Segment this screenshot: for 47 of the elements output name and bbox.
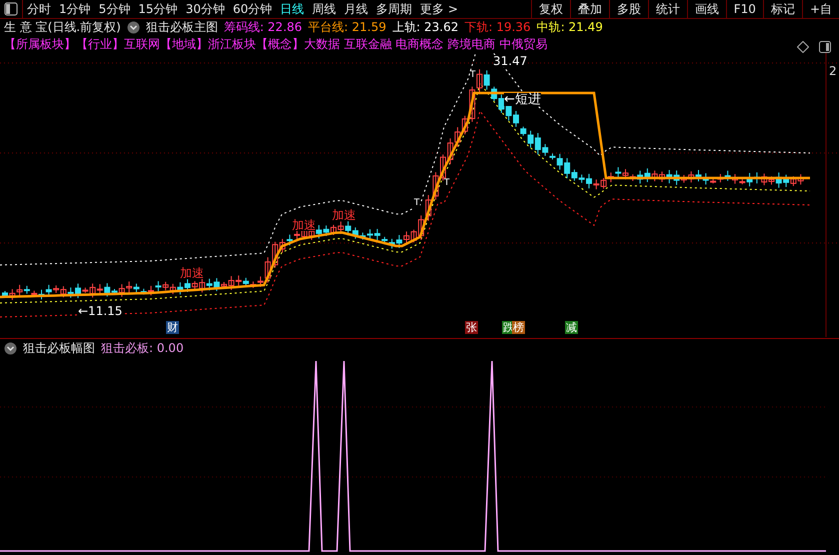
price-label: 31.47: [493, 55, 528, 67]
indicator-reading: 中轨: 21.49: [536, 19, 603, 36]
panel-toggle-icon[interactable]: [819, 41, 831, 53]
period-tab[interactable]: 分时: [23, 0, 55, 18]
alert-label: 加速: [180, 267, 204, 279]
indicator-name: 狙击必板幅图: [23, 340, 95, 356]
marker-label: T: [414, 199, 420, 208]
toolbar-button[interactable]: 复权: [530, 0, 570, 18]
alert-label: 加速: [332, 209, 356, 221]
toolbar-button[interactable]: F10: [726, 0, 763, 18]
toolbar-button[interactable]: +自: [802, 0, 839, 18]
event-marker[interactable]: 张: [465, 321, 478, 334]
indicator-reading: 上轨: 23.62: [392, 19, 458, 36]
concept-tags: 【所属板块】【行业】互联网【地域】浙江板块【概念】大数据 互联金融 电商概念 跨境电商 中俄贸易: [4, 36, 548, 53]
period-tab[interactable]: 周线: [308, 0, 340, 18]
indicator-name: 狙击必板主图: [146, 19, 218, 36]
alert-label: 加速: [292, 219, 316, 231]
signal-label: ←短进: [504, 93, 541, 106]
more-periods-button[interactable]: 更多 >: [416, 0, 462, 18]
toolbar-button[interactable]: 标记: [762, 0, 802, 18]
axis-label: 2: [829, 65, 837, 77]
indicator-reading: 下轨: 19.36: [464, 19, 531, 36]
event-marker[interactable]: 减: [565, 321, 578, 334]
indicator-reading: 筹码线: 22.86: [224, 19, 302, 36]
period-tab[interactable]: 多周期: [372, 0, 416, 18]
period-tab[interactable]: 1分钟: [55, 0, 95, 18]
marker-label: T: [470, 71, 476, 80]
period-tab[interactable]: 月线: [340, 0, 372, 18]
event-marker[interactable]: 榜: [512, 321, 525, 334]
toolbar-button[interactable]: 统计: [648, 0, 687, 18]
toolbar-button[interactable]: 画线: [686, 0, 726, 18]
marker-label: T: [444, 179, 450, 188]
indicator-reading: 狙击必板: 0.00: [101, 340, 184, 356]
period-tab[interactable]: 5分钟: [94, 0, 134, 18]
dropdown-icon[interactable]: [4, 342, 17, 354]
price-label: ←11.15: [78, 305, 122, 317]
period-tab[interactable]: 60分钟: [228, 0, 276, 18]
indicator-reading: 平台线: 21.59: [308, 19, 386, 36]
period-tab[interactable]: 日线: [276, 0, 308, 18]
period-tab[interactable]: 15分钟: [134, 0, 182, 18]
dropdown-icon[interactable]: [126, 21, 140, 34]
period-tab[interactable]: 30分钟: [182, 0, 229, 18]
stock-title: 生 意 宝(日线.前复权): [4, 19, 121, 36]
toolbar-button[interactable]: 多股: [608, 0, 648, 18]
toolbar-button[interactable]: 叠加: [570, 0, 609, 18]
event-marker[interactable]: 财: [166, 321, 179, 334]
diamond-icon[interactable]: [797, 41, 809, 53]
